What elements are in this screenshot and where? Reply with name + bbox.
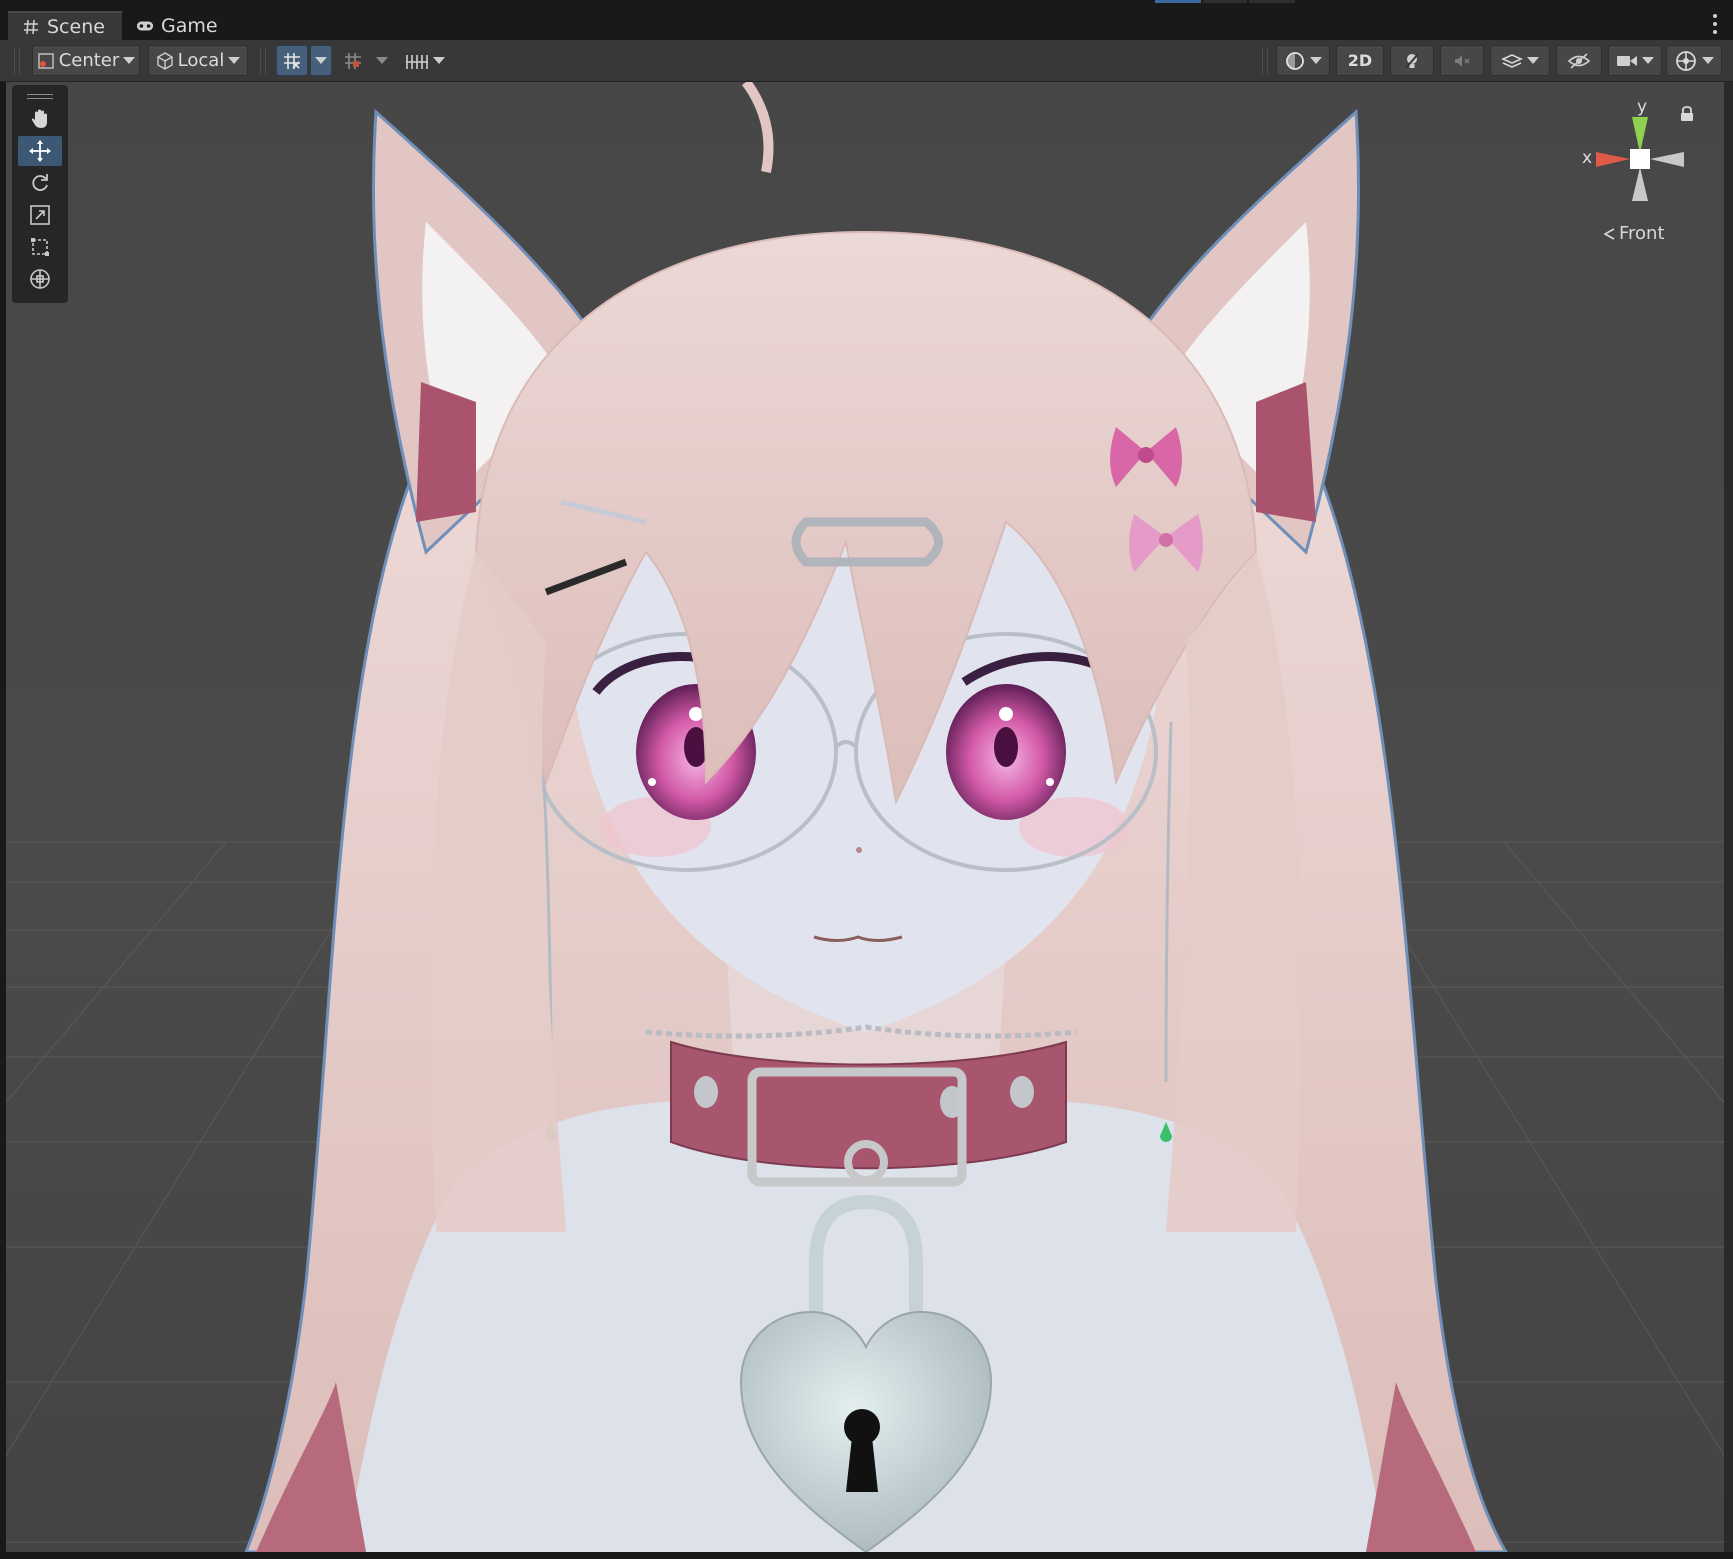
tab-game[interactable]: Game	[122, 11, 226, 40]
snap-increment-button[interactable]	[340, 45, 366, 76]
more-options-icon[interactable]	[1711, 14, 1719, 34]
ruler-icon	[406, 54, 428, 69]
tab-scene[interactable]: Scene	[8, 11, 122, 40]
layout-indicator	[1155, 0, 1201, 3]
scale-icon	[30, 205, 50, 225]
speaker-muted-icon	[1455, 54, 1470, 67]
lock-icon[interactable]	[1680, 106, 1694, 122]
snap-grid-icon	[345, 52, 361, 69]
chevron-down-icon	[315, 57, 327, 64]
tab-scene-label: Scene	[47, 15, 105, 38]
ribbon-right	[1256, 382, 1316, 522]
viewport-edge-bottom	[0, 1552, 1733, 1559]
chevron-down-icon	[376, 57, 388, 64]
pivot-rotation-dropdown[interactable]: Local	[148, 45, 248, 76]
scene-viewport[interactable]	[6, 82, 1724, 1552]
gamepad-icon	[136, 17, 154, 35]
pivot-center-icon	[37, 52, 54, 69]
grid-options-dropdown[interactable]	[310, 45, 332, 76]
chevron-down-icon	[1702, 57, 1714, 64]
effects-dropdown[interactable]	[1490, 45, 1550, 76]
gizmo-negative-y-axis[interactable]	[1632, 167, 1648, 201]
gizmo-view-text: Front	[1619, 223, 1665, 244]
grid-visibility-button[interactable]	[276, 45, 308, 76]
pivot-mode-dropdown[interactable]: Center	[32, 45, 140, 76]
hand-icon	[31, 109, 47, 128]
rotate-icon	[32, 174, 48, 191]
chevron-left-icon	[1603, 227, 1615, 240]
tab-game-label: Game	[161, 14, 218, 37]
avatar-ahoge	[741, 82, 774, 173]
chevron-down-icon	[1527, 57, 1539, 64]
layout-indicator	[1203, 0, 1247, 3]
toggle-2d-button[interactable]: 2D	[1336, 45, 1384, 76]
eye-slash-icon	[1567, 52, 1591, 69]
toggle-2d-label: 2D	[1347, 51, 1373, 70]
chevron-down-icon	[123, 57, 136, 64]
grid-snap-icon	[284, 52, 300, 69]
move-arrows-icon	[29, 140, 51, 162]
gizmo-x-axis[interactable]	[1596, 152, 1630, 167]
layout-indicator	[1249, 0, 1295, 3]
grid-hash-icon	[22, 18, 40, 36]
cube-icon	[156, 51, 173, 70]
ribbon-left	[416, 382, 476, 522]
gizmo-y-axis[interactable]	[1632, 117, 1648, 153]
pivot-rotation-label: Local	[177, 50, 225, 71]
increment-snap-dropdown[interactable]	[398, 45, 452, 76]
lighting-toggle-button[interactable]	[1390, 45, 1434, 76]
chevron-down-icon	[433, 57, 445, 64]
layers-effects-icon	[1501, 53, 1523, 68]
shaded-sphere-icon	[1286, 51, 1304, 70]
rotate-tool-button[interactable]	[18, 168, 62, 198]
toolbar-grip[interactable]	[1262, 48, 1268, 74]
audio-toggle-button[interactable]	[1440, 45, 1484, 76]
gizmo-globe-icon	[1676, 50, 1696, 71]
scale-tool-button[interactable]	[18, 200, 62, 230]
gizmos-dropdown[interactable]	[1666, 45, 1722, 76]
viewport-edge-right	[1724, 82, 1733, 1559]
draw-mode-dropdown[interactable]	[1276, 45, 1330, 76]
transform-tool-button[interactable]	[18, 264, 62, 294]
overlay-drag-handle[interactable]	[18, 88, 62, 104]
camera-icon	[1617, 55, 1637, 66]
gizmo-view-label[interactable]: Front	[1602, 223, 1665, 244]
rect-transform-icon	[31, 238, 49, 256]
move-tool-button[interactable]	[18, 136, 62, 166]
chevron-down-icon	[1642, 57, 1654, 64]
light-bulb-icon	[1405, 52, 1419, 69]
scene-camera-dropdown[interactable]	[1608, 45, 1662, 76]
chevron-down-icon	[228, 57, 241, 64]
transform-icon	[30, 269, 50, 289]
scene-visibility-button[interactable]	[1556, 45, 1602, 76]
gizmo-negative-x-axis[interactable]	[1650, 152, 1684, 167]
avatar-nose	[856, 847, 862, 853]
tools-overlay	[12, 85, 68, 303]
rect-tool-button[interactable]	[18, 232, 62, 262]
toolbar-grip[interactable]	[14, 48, 20, 74]
toolbar-grip[interactable]	[260, 48, 266, 74]
chevron-down-icon	[1310, 57, 1322, 64]
gizmo-center-cube[interactable]	[1630, 149, 1650, 169]
scene-toolbar: Center Local 2D	[0, 40, 1733, 82]
hand-tool-button[interactable]	[18, 104, 62, 134]
window-tab-bar: Scene Game	[0, 0, 1733, 40]
snap-options-dropdown[interactable]	[372, 45, 392, 76]
pivot-mode-label: Center	[58, 50, 120, 71]
scene-render[interactable]	[6, 82, 1724, 1552]
